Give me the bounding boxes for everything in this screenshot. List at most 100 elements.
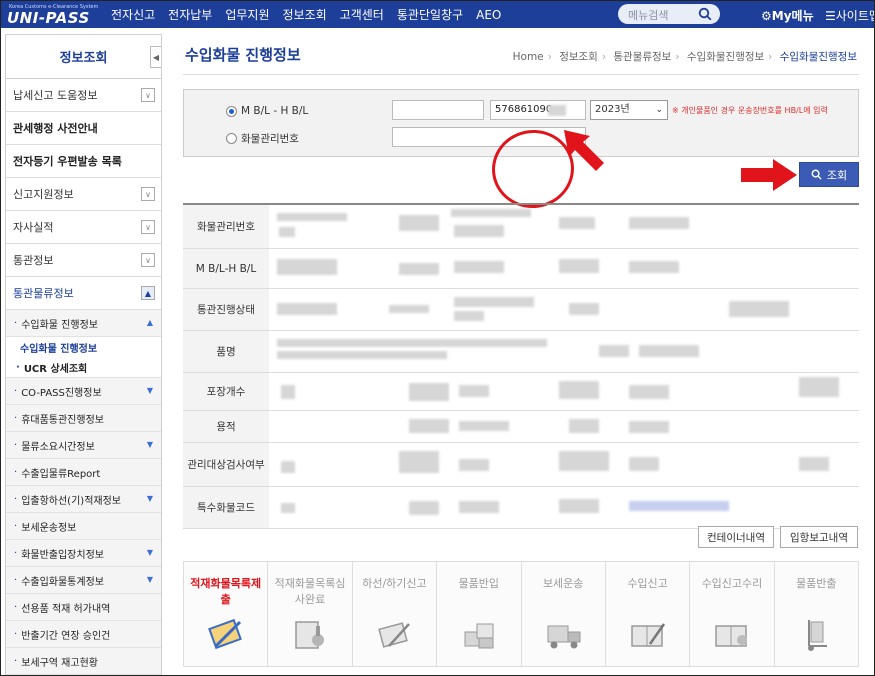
submenu-bonded-transport[interactable]: · 보세운송정보 <box>6 513 161 540</box>
chevron-down-icon[interactable]: ∨ <box>141 253 155 267</box>
chevron-up-icon[interactable]: ▲ <box>141 286 155 300</box>
menu-e-declaration[interactable]: 전자신고 <box>111 6 155 23</box>
sidebar-item-registered-mail[interactable]: 전자등기 우편발송 목록 <box>6 145 161 178</box>
hbl-input[interactable]: 576861090 <box>490 100 586 120</box>
breadcrumb-home[interactable]: Home <box>513 51 544 63</box>
step-import-declaration[interactable]: 수입신고 <box>605 562 691 666</box>
bullet-icon: · <box>14 601 18 613</box>
sidebar-title: 정보조회 ◀ <box>6 35 161 79</box>
container-history-button[interactable]: 컨테이너내역 <box>698 526 774 548</box>
submenu-carry-on[interactable]: · 휴대품통관진행정보 <box>6 405 161 432</box>
bullet-icon: · <box>14 439 18 451</box>
step-unloading-declaration[interactable]: 하선/하기신고 <box>352 562 438 666</box>
menu-aeo[interactable]: AEO <box>476 8 501 22</box>
sidebar-item-logistics-info[interactable]: 통관물류정보 ▲ <box>6 277 161 310</box>
sidebar-item-label: 전자등기 우편발송 목록 <box>13 155 122 168</box>
breadcrumb-import-cargo[interactable]: 수입화물진행정보 <box>687 51 764 63</box>
submenu-label: 보세구역 재고현황 <box>21 657 98 669</box>
table-row: 관리대상검사여부 <box>183 443 859 487</box>
chevron-down-icon: ▼ <box>146 386 153 395</box>
result-table: 화물관리번호 M B/L-H B/L 통관진행상태 품명 포장개수 용적 관리대… <box>183 203 859 529</box>
menu-single-window[interactable]: 통관단일창구 <box>397 6 463 23</box>
sidebar-item-tax-help[interactable]: 납세신고 도움정보 ∨ <box>6 79 161 112</box>
redacted-region <box>629 385 669 399</box>
submenu-cargo-in-out[interactable]: · 화물반출입장치정보 ▼ <box>6 540 161 567</box>
submenu-cargo-statistics[interactable]: · 수출입화물통계정보 ▼ <box>6 567 161 594</box>
redacted-region <box>277 339 547 347</box>
redacted-cell <box>269 411 859 442</box>
submenu-ship-supplies[interactable]: · 선용품 적재 허가내역 <box>6 594 161 621</box>
submenu-label: 수출입화물통계정보 <box>21 576 104 588</box>
submenu-ucr[interactable]: · UCR 상세조회 <box>6 357 161 378</box>
year-select-value: 2023년 <box>595 104 630 115</box>
search-icon[interactable] <box>698 7 712 21</box>
step-import-acceptance[interactable]: 수입신고수리 <box>690 562 775 666</box>
mbl-input[interactable] <box>392 100 484 120</box>
step-goods-carry-out[interactable]: 물품반출 <box>774 562 858 666</box>
table-row: 품명 <box>183 331 859 373</box>
table-row: 화물관리번호 <box>183 205 859 249</box>
redacted-region <box>548 105 566 116</box>
submenu-label: 입출항하선(기)적재정보 <box>21 495 121 507</box>
truck-icon <box>547 625 580 649</box>
chevron-down-icon[interactable]: ∨ <box>141 220 155 234</box>
my-menu-button[interactable]: ⚙My메뉴 <box>761 7 814 24</box>
step-label: 물품반출 <box>796 577 837 590</box>
chevron-down-icon[interactable]: ∨ <box>141 187 155 201</box>
title-divider <box>183 74 859 75</box>
redacted-region <box>639 345 699 357</box>
submenu-loading-info[interactable]: · 입출항하선(기)적재정보 ▼ <box>6 486 161 513</box>
step-goods-carry-in[interactable]: 물품반입 <box>437 562 522 666</box>
menu-business-support[interactable]: 업무지원 <box>225 6 269 23</box>
redacted-region <box>569 303 599 315</box>
redacted-region <box>409 383 449 401</box>
sidebar-item-advance-notice[interactable]: 관세행정 사전안내 <box>6 112 161 145</box>
submenu-logistics-time[interactable]: · 물류소요시간정보 ▼ <box>6 432 161 459</box>
unipass-logo[interactable]: Korea Customs e-Clearance System UNI-PAS… <box>7 4 98 27</box>
menu-information-inquiry[interactable]: 정보조회 <box>283 6 327 23</box>
bl-option[interactable]: M B/L - H B/L <box>226 105 308 117</box>
query-button[interactable]: 조회 <box>799 162 859 187</box>
arrival-report-button[interactable]: 입항보고내역 <box>780 526 858 548</box>
document-stamp-icon <box>295 621 325 649</box>
bullet-icon: · <box>14 574 18 586</box>
submenu-logistics-report[interactable]: · 수출입물류Report <box>6 459 161 486</box>
sitemap-button[interactable]: ☰사이트맵 <box>825 7 874 24</box>
sidebar-item-customs-info[interactable]: 통관정보 ∨ <box>6 244 161 277</box>
submenu-bonded-inventory[interactable]: · 보세구역 재고현황 <box>6 648 161 675</box>
submenu-copass[interactable]: · CO-PASS진행정보 ▼ <box>6 378 161 405</box>
redacted-region <box>459 421 509 431</box>
cargo-no-radio[interactable] <box>226 133 237 144</box>
menu-search-input[interactable]: 메뉴검색 <box>618 4 720 24</box>
redacted-region <box>454 261 504 273</box>
step-manifest-review[interactable]: 적재화물목록심사완료 <box>268 562 353 666</box>
header-inspection: 관리대상검사여부 <box>183 443 269 486</box>
step-label: 적재화물목록심사완료 <box>274 577 346 606</box>
redacted-region <box>559 499 599 513</box>
sidebar-item-company-performance[interactable]: 자사실적 ∨ <box>6 211 161 244</box>
submenu-import-cargo[interactable]: · 수입화물 진행정보 ▲ <box>6 310 161 337</box>
chevron-down-icon: ▼ <box>146 440 153 449</box>
redacted-region <box>799 377 839 397</box>
year-select[interactable]: 2023년 ⌄ <box>590 100 668 120</box>
bl-radio[interactable] <box>226 105 237 117</box>
menu-customer-center[interactable]: 고객센터 <box>340 6 384 23</box>
main-menu: 전자신고 전자납부 업무지원 정보조회 고객센터 통관단일창구 AEO <box>111 1 514 28</box>
sidebar-title-text: 정보조회 <box>59 51 108 66</box>
cargo-no-option[interactable]: 화물관리번호 <box>226 131 299 146</box>
sidebar-collapse-icon[interactable]: ◀ <box>150 46 161 68</box>
menu-e-payment[interactable]: 전자납부 <box>168 6 212 23</box>
step-manifest-submission[interactable]: 적재화물목록제출 <box>184 562 269 666</box>
breadcrumb-logistics[interactable]: 통관물류정보 <box>613 51 671 63</box>
step-bonded-transport[interactable]: 보세운송 <box>521 562 606 666</box>
breadcrumb-info[interactable]: 정보조회 <box>559 51 598 63</box>
redacted-region <box>389 305 429 313</box>
sidebar-item-declaration-support[interactable]: 신고지원정보 ∨ <box>6 178 161 211</box>
logo-text: UNI-PASS <box>7 9 90 27</box>
page-frame: Korea Customs e-Clearance System UNI-PAS… <box>0 0 875 676</box>
submenu-leaf-import-cargo[interactable]: 수입화물 진행정보 <box>6 337 161 357</box>
breadcrumb-separator-icon: › <box>675 51 680 63</box>
chevron-down-icon[interactable]: ∨ <box>141 88 155 102</box>
submenu-period-extension[interactable]: · 반출기간 연장 승인건 <box>6 621 161 648</box>
personal-goods-note: ※ 개인물품인 경우 운송장번호를 HB/L에 입력 <box>672 106 828 115</box>
